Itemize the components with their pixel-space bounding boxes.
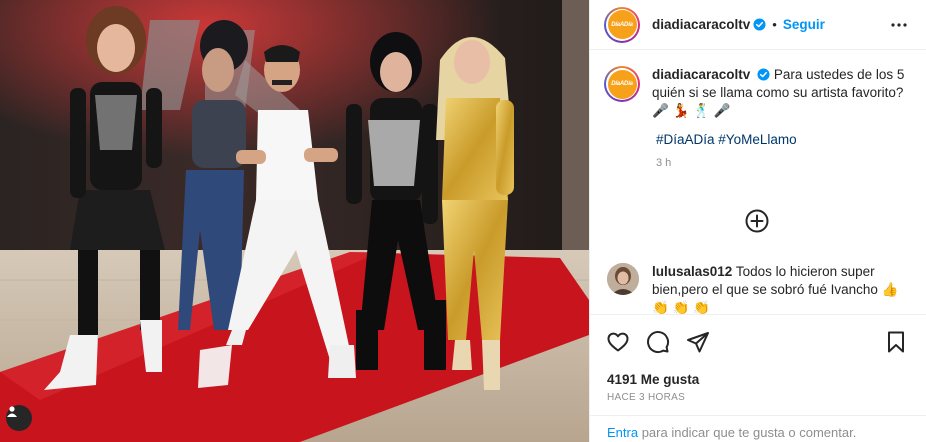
like-count[interactable]: 4191 Me gusta <box>607 372 699 387</box>
share-icon[interactable] <box>686 330 710 354</box>
post-image <box>0 0 589 442</box>
header-separator: • <box>772 17 777 32</box>
commenter-avatar[interactable] <box>607 263 639 295</box>
post-header: DíaADía diadiacaracoltv • Seguir <box>590 0 926 50</box>
hashtag-link[interactable]: #YoMeLlamo <box>718 132 796 147</box>
follow-button[interactable]: Seguir <box>783 17 825 32</box>
caption-avatar-logo-text: DíaADía <box>611 81 633 87</box>
heart-icon[interactable] <box>606 330 630 354</box>
post-side-panel: DíaADía diadiacaracoltv • Seguir DíaADía… <box>589 0 926 442</box>
bookmark-icon[interactable] <box>884 330 908 354</box>
header-username[interactable]: diadiacaracoltv <box>652 17 750 32</box>
hashtag-list: #DíaADía #YoMeLlamo <box>656 132 910 147</box>
post-photo[interactable] <box>0 0 589 442</box>
commenter-avatar-image <box>607 263 639 295</box>
login-link[interactable]: Entra <box>607 425 638 440</box>
add-circle-icon[interactable] <box>745 209 769 233</box>
comment-text-block: lulusalas012 Todos lo hicieron super bie… <box>652 263 911 317</box>
more-options-icon[interactable] <box>890 16 908 34</box>
post-actions: 4191 Me gusta HACE 3 HORAS Entra para in… <box>590 314 926 442</box>
caption-avatar[interactable]: DíaADía <box>604 66 640 102</box>
caption-username[interactable]: diadiacaracoltv <box>652 67 750 82</box>
user-tag-icon <box>7 406 17 417</box>
avatar-logo-text: DíaADía <box>611 21 633 28</box>
hashtag-link[interactable]: #DíaADía <box>656 132 715 147</box>
post-caption: DíaADía diadiacaracoltv Para ustedes de … <box>604 66 910 169</box>
caption-verified-badge-icon <box>757 68 770 81</box>
login-prompt: Entra para indicar que te gusta o coment… <box>590 415 926 442</box>
comment-icon[interactable] <box>646 330 670 354</box>
account-avatar[interactable]: DíaADía <box>604 6 640 43</box>
verified-badge-icon <box>753 18 766 31</box>
user-tag-button[interactable] <box>6 405 32 431</box>
post-timestamp: HACE 3 HORAS <box>607 392 686 403</box>
commenter-username[interactable]: lulusalas012 <box>652 264 732 279</box>
login-prompt-text: para indicar que te gusta o comentar. <box>638 425 857 440</box>
comment-item: lulusalas012 Todos lo hicieron super bie… <box>607 263 911 317</box>
caption-timestamp: 3 h <box>656 157 672 169</box>
action-icons <box>606 330 710 354</box>
caption-text-block: diadiacaracoltv Para ustedes de los 5 qu… <box>652 66 910 120</box>
